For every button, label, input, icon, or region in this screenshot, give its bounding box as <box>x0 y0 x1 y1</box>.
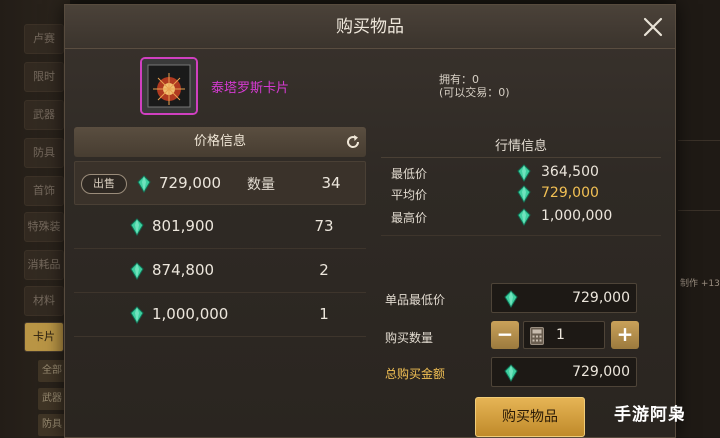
buy-item-dialog: 购买物品 泰塔罗斯卡片 拥有：0 (可以交易：0) 价格信息 出售 729,00… <box>64 4 676 438</box>
buy-item-button[interactable]: 购买物品 <box>475 397 585 437</box>
close-icon[interactable] <box>641 15 665 39</box>
bg-tab-6: 特殊装 <box>24 212 64 242</box>
bg-right-divider <box>678 140 720 141</box>
max-price-label: 最高价 <box>391 211 428 225</box>
total-amount-field: 729,000 <box>491 357 637 387</box>
bg-tab-card: 卡片 <box>24 322 64 352</box>
divider <box>381 235 661 236</box>
gem-icon <box>504 290 518 308</box>
listing-price: 729,000 <box>159 174 222 192</box>
minus-button[interactable]: − <box>491 321 519 349</box>
unit-min-price-label: 单品最低价 <box>385 293 446 307</box>
refresh-icon[interactable] <box>344 133 362 151</box>
unit-min-price-field: 729,000 <box>491 283 637 313</box>
gem-icon <box>130 262 144 280</box>
gem-icon <box>504 364 518 382</box>
bg-tab-4: 防具 <box>24 138 64 168</box>
bg-tab-8: 材料 <box>24 286 64 316</box>
min-price-label: 最低价 <box>391 167 428 181</box>
quantity-label: 数量 <box>247 177 275 193</box>
bg-tab-1: 卢赛 <box>24 24 64 54</box>
max-price-value: 1,000,000 <box>541 208 613 224</box>
bg-right-text: 制作 +13 <box>680 279 720 289</box>
gem-icon <box>517 185 531 203</box>
watermark: 手游阿枭 <box>614 405 686 425</box>
divider <box>381 157 661 158</box>
listing-price: 801,900 <box>152 217 215 235</box>
price-info-title: 价格信息 <box>193 134 246 149</box>
listing-qty: 1 <box>319 305 329 323</box>
total-amount-value: 729,000 <box>572 364 630 380</box>
bg-tab-7: 消耗品 <box>24 250 64 280</box>
quantity-input[interactable]: 1 <box>523 321 605 349</box>
item-name: 泰塔罗斯卡片 <box>211 81 290 96</box>
calculator-icon[interactable] <box>530 327 544 345</box>
background-right <box>676 0 720 438</box>
listing-row[interactable]: 874,800 2 <box>74 249 366 293</box>
bg-tab-3: 武器 <box>24 100 64 130</box>
item-card-icon <box>140 57 198 115</box>
listing-price: 874,800 <box>152 261 215 279</box>
gem-icon <box>517 208 531 226</box>
avg-price-label: 平均价 <box>391 188 428 202</box>
bg-tab-2: 限时 <box>24 62 64 92</box>
gem-icon <box>130 218 144 236</box>
dialog-title: 购买物品 <box>336 17 404 37</box>
unit-min-price-value: 729,000 <box>572 290 630 306</box>
market-info-title: 行情信息 <box>494 139 547 154</box>
buy-quantity-label: 购买数量 <box>385 331 434 345</box>
price-info-header: 价格信息 <box>74 127 366 157</box>
gem-icon <box>517 164 531 182</box>
bg-right-divider <box>678 210 720 211</box>
bg-subtab-2: 武器 <box>38 388 66 410</box>
gem-icon <box>130 306 144 324</box>
tradable-count: (可以交易：0) <box>439 86 510 99</box>
listing-row[interactable]: 801,900 73 <box>74 205 366 249</box>
gem-icon <box>137 175 151 193</box>
listing-price: 1,000,000 <box>152 305 229 323</box>
plus-button[interactable]: + <box>611 321 639 349</box>
listing-qty: 2 <box>319 261 329 279</box>
min-price-value: 364,500 <box>541 164 599 180</box>
quantity-value: 1 <box>556 327 565 343</box>
avg-price-value: 729,000 <box>541 185 599 201</box>
listing-qty: 34 <box>321 174 341 192</box>
bg-tab-5: 首饰 <box>24 176 64 206</box>
bg-subtab-1: 全部 <box>38 360 66 382</box>
listing-qty: 73 <box>314 217 334 235</box>
listing-row[interactable]: 出售 729,000 数量 34 <box>74 161 366 205</box>
bg-subtab-3: 防具 <box>38 414 66 436</box>
sell-button[interactable]: 出售 <box>81 174 127 194</box>
listing-row[interactable]: 1,000,000 1 <box>74 293 366 337</box>
total-amount-label: 总购买金额 <box>385 367 446 381</box>
